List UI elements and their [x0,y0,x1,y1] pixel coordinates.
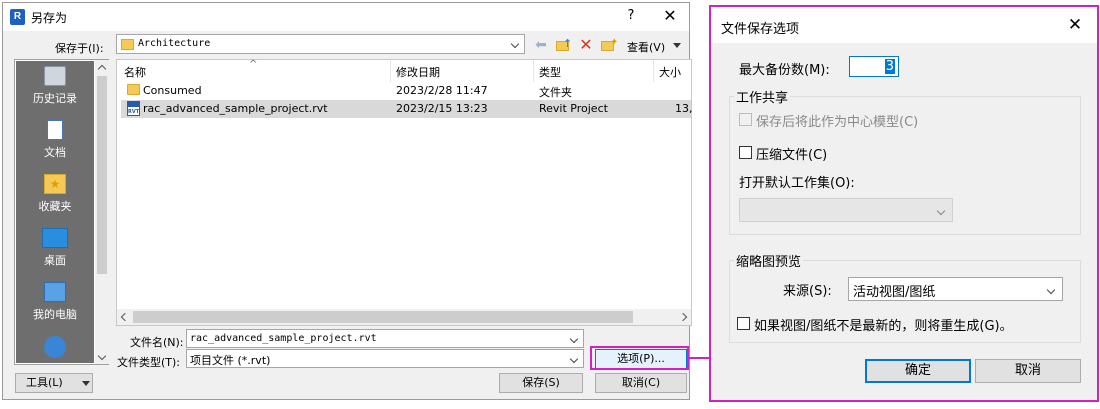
save-in-value: Architecture [138,38,211,49]
help-button[interactable]: ? [621,6,641,26]
file-type: Revit Project [539,102,608,115]
close-button[interactable]: ✕ [1063,14,1087,36]
scroll-up-icon[interactable] [95,62,109,74]
dialog-title: 另存为 [31,11,68,25]
dropdown-arrow-icon [82,381,90,386]
file-list[interactable]: 名称 ^ 修改日期 类型 大小 Consumed 2023/2/28 11:47… [116,59,693,326]
column-header-size[interactable]: 大小 [659,64,681,80]
filename-input[interactable]: rac_advanced_sample_project.rvt [186,329,584,348]
thumbnail-group-title: 缩略图预览 [734,251,804,270]
open-worksets-dropdown[interactable] [739,198,953,222]
ok-button[interactable]: 确定 [865,359,971,383]
favorites-icon: ★ [44,174,66,194]
file-type: 文件夹 [539,86,572,99]
regenerate-checkbox[interactable] [737,317,750,330]
file-modified: 2023/2/28 11:47 [396,84,488,97]
filename-value: rac_advanced_sample_project.rvt [190,333,377,344]
title-bar[interactable]: R 另存为 ? ✕ [3,3,689,31]
tools-button[interactable]: 工具(L) [15,373,93,393]
file-row-rvt[interactable]: RVT rac_advanced_sample_project.rvt 2023… [121,100,693,118]
documents-icon [47,120,63,140]
save-in-label: 保存于(I): [55,42,104,55]
callout-connector [689,357,710,359]
place-favorites[interactable]: ★ 收藏夹 [17,174,93,226]
place-network[interactable] [17,336,93,360]
close-button[interactable]: ✕ [655,4,685,28]
file-size: 13, [675,102,693,115]
cancel-button[interactable]: 取消(C) [595,373,687,393]
place-history[interactable]: 历史记录 [17,66,93,118]
dialog-title: 文件保存选项 [721,22,800,37]
save-in-dropdown[interactable]: Architecture [116,34,525,54]
max-backups-input[interactable]: 3 [849,56,899,77]
compact-checkbox[interactable] [739,146,752,159]
place-computer[interactable]: 我的电脑 [17,282,93,334]
column-separator [390,60,391,82]
file-modified: 2023/2/15 13:23 [396,102,488,115]
source-label: 来源(S): [783,284,832,299]
folder-icon [121,39,134,50]
chevron-down-icon[interactable] [566,350,583,368]
make-central-label: 保存后将此作为中心模型(C) [756,115,919,130]
history-icon [44,66,66,86]
new-folder-icon[interactable]: ✦ [599,36,618,54]
worksharing-group-title: 工作共享 [734,87,791,106]
title-bar[interactable]: 文件保存选项 ✕ [711,7,1097,43]
horizontal-scroll-thumb[interactable] [133,311,633,323]
chevron-down-icon[interactable] [933,202,950,219]
filetype-value: 项目文件 (*.rvt) [190,354,271,367]
regenerate-label: 如果视图/图纸不是最新的，则将重生成(G)。 [754,319,1013,334]
computer-icon [44,282,66,302]
max-backups-label: 最大备份数(M): [739,63,830,78]
column-header-name[interactable]: 名称 [124,64,146,80]
revit-app-icon: R [10,9,25,25]
save-as-dialog: R 另存为 ? ✕ 保存于(I): Architecture ⬅ ↑ ✕ ✦ 查… [2,2,693,400]
column-separator [653,60,654,82]
place-desktop[interactable]: 桌面 [17,228,93,280]
make-central-checkbox[interactable] [739,113,752,126]
place-documents[interactable]: 文档 [17,120,93,172]
scroll-right-icon[interactable] [677,309,691,325]
view-menu[interactable]: 查看(V) [627,39,665,55]
sort-up-icon: ^ [249,59,258,70]
column-separator [533,60,534,82]
chevron-down-icon[interactable] [566,330,583,348]
network-icon [44,336,66,358]
file-save-options-dialog: 文件保存选项 ✕ 最大备份数(M): 3 工作共享 保存后将此作为中心模型(C)… [709,5,1099,402]
folder-icon [127,84,140,95]
view-menu-dropdown-icon[interactable] [673,43,681,48]
horizontal-scrollbar[interactable] [117,309,691,325]
file-name: Consumed [143,84,202,97]
scroll-down-icon[interactable] [95,352,109,364]
column-header-type[interactable]: 类型 [539,64,561,80]
column-header-modified[interactable]: 修改日期 [396,64,440,80]
open-worksets-label: 打开默认工作集(O): [739,176,855,191]
desktop-icon [42,228,68,248]
scroll-left-icon[interactable] [117,309,131,325]
filetype-dropdown[interactable]: 项目文件 (*.rvt) [186,349,584,368]
source-dropdown[interactable]: 活动视图/图纸 [848,277,1063,301]
options-button-highlight [590,346,689,370]
filetype-label: 文件类型(T): [117,356,181,369]
file-name: rac_advanced_sample_project.rvt [143,102,328,115]
max-backups-value: 3 [884,59,895,74]
delete-icon[interactable]: ✕ [577,36,595,54]
save-button[interactable]: 保存(S) [499,373,583,393]
places-scroll-thumb[interactable] [97,76,107,274]
file-row-consumed[interactable]: Consumed 2023/2/28 11:47 文件夹 [121,82,691,100]
compact-label: 压缩文件(C) [756,148,828,163]
chevron-down-icon[interactable] [507,35,524,53]
places-bar: 历史记录 文档 ★ 收藏夹 桌面 我的电脑 [14,59,109,365]
tools-label: 工具(L) [26,376,63,389]
source-value: 活动视图/图纸 [853,285,936,300]
chevron-down-icon[interactable] [1043,281,1060,298]
rvt-file-icon: RVT [127,101,140,116]
up-folder-icon[interactable]: ↑ [554,36,572,54]
filename-label: 文件名(N): [130,336,184,349]
back-icon[interactable]: ⬅ [532,36,550,54]
cancel-button[interactable]: 取消 [975,359,1081,383]
